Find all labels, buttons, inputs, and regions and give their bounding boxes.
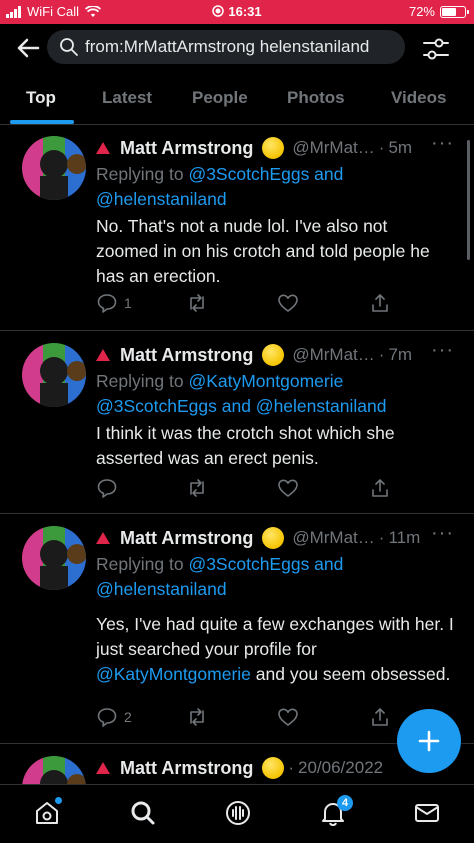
retweet-icon (190, 708, 204, 726)
share-icon (372, 479, 388, 497)
messages-envelope-icon[interactable] (413, 799, 441, 827)
search-nav-icon[interactable] (129, 799, 157, 827)
timestamp[interactable]: 7m (388, 345, 412, 365)
tweet-body: Replying to @3ScotchEggs and @helenstani… (96, 162, 454, 289)
tweet[interactable]: Matt Armstrong @MrMat… · 11m ··· Replyin… (0, 514, 474, 744)
display-name[interactable]: Matt Armstrong (120, 138, 253, 159)
tab-latest[interactable]: Latest (102, 88, 152, 108)
yellow-circle-emoji-icon (262, 137, 285, 159)
tweet-body: Replying to @3ScotchEggs and @helenstani… (96, 552, 454, 687)
reply-button[interactable]: 2 (96, 706, 132, 728)
tweet-actions: 1 (96, 292, 454, 316)
home-notification-dot (55, 797, 62, 804)
share-button[interactable] (369, 292, 391, 314)
timestamp[interactable]: 20/06/2022 (298, 758, 383, 778)
retweet-icon (190, 294, 204, 312)
reply-count: 1 (124, 295, 132, 311)
retweet-button[interactable] (186, 292, 208, 314)
retweet-button[interactable] (186, 477, 208, 499)
avatar[interactable] (22, 526, 86, 590)
reply-button[interactable] (96, 477, 124, 499)
reply-count: 2 (124, 709, 132, 725)
plus-icon (418, 730, 440, 752)
search-query: from:MrMattArmstrong helenstaniland (85, 37, 370, 56)
reply-icon (97, 708, 117, 727)
yellow-circle-emoji-icon (262, 527, 285, 549)
share-icon (372, 294, 388, 312)
handle[interactable]: @MrMat… (292, 528, 374, 548)
timestamp[interactable]: 5m (388, 138, 412, 158)
red-triangle-icon (96, 762, 110, 774)
tweet-body: Replying to @KatyMontgomerie @3ScotchEgg… (96, 369, 454, 471)
tweet-text: Yes, I've had quite a few exchanges with… (96, 614, 454, 684)
clock: 16:31 (228, 4, 262, 19)
tab-people[interactable]: People (192, 88, 248, 108)
handle[interactable]: @MrMat… (292, 138, 374, 158)
avatar[interactable] (22, 343, 86, 407)
share-button[interactable] (369, 706, 391, 728)
timestamp[interactable]: 11m (388, 528, 420, 548)
heart-icon (278, 479, 298, 497)
like-button[interactable] (277, 477, 299, 499)
replying-to-label: Replying to (96, 371, 184, 391)
tab-photos[interactable]: Photos (287, 88, 345, 108)
tweet-header: Matt Armstrong @MrMat… · 7m (96, 343, 454, 367)
notifications-badge: 4 (337, 795, 353, 811)
red-triangle-icon (96, 349, 110, 361)
heart-icon (278, 708, 298, 726)
search-header: from:MrMattArmstrong helenstaniland (0, 24, 474, 70)
display-name[interactable]: Matt Armstrong (120, 528, 253, 549)
more-options-icon[interactable]: ··· (431, 522, 454, 545)
mention-link[interactable]: @KatyMontgomerie (96, 664, 251, 684)
battery-icon (440, 5, 469, 18)
back-arrow-icon[interactable] (14, 34, 42, 62)
search-tabs: Top Latest People Photos Videos (0, 76, 474, 125)
search-input[interactable]: from:MrMattArmstrong helenstaniland (47, 30, 405, 64)
replying-to-label: Replying to (96, 164, 184, 184)
more-options-icon[interactable]: ··· (431, 132, 454, 155)
tweet-actions (96, 477, 454, 501)
reply-button[interactable]: 1 (96, 292, 132, 314)
tweet[interactable]: Matt Armstrong @MrMat… · 5m ··· Replying… (0, 124, 474, 331)
handle[interactable]: @MrMat… (292, 345, 374, 365)
replying-to-label: Replying to (96, 554, 184, 574)
tweet-header: Matt Armstrong · 20/06/2022 (96, 756, 454, 780)
red-triangle-icon (96, 142, 110, 154)
display-name[interactable]: Matt Armstrong (120, 345, 253, 366)
red-triangle-icon (96, 532, 110, 544)
tweet-header: Matt Armstrong @MrMat… · 11m (96, 526, 454, 550)
avatar[interactable] (22, 756, 86, 784)
like-button[interactable] (277, 292, 299, 314)
tweet-text: No. That's not a nude lol. I've also not… (96, 216, 430, 286)
recording-icon (212, 5, 225, 17)
status-bar: WiFi Call 16:31 72% (0, 0, 474, 24)
reply-icon (97, 479, 117, 498)
more-options-icon[interactable]: ··· (431, 339, 454, 362)
avatar[interactable] (22, 136, 86, 200)
battery-percent: 72% (408, 4, 435, 19)
share-button[interactable] (369, 477, 391, 499)
compose-tweet-button[interactable] (397, 709, 461, 773)
tweet-text: I think it was the crotch shot which she… (96, 423, 395, 468)
yellow-circle-emoji-icon (262, 757, 285, 779)
heart-icon (278, 294, 298, 312)
share-icon (372, 708, 388, 726)
tab-top[interactable]: Top (26, 88, 56, 108)
tweet[interactable]: Matt Armstrong @MrMat… · 7m ··· Replying… (0, 331, 474, 514)
retweet-button[interactable] (186, 706, 208, 728)
spaces-icon[interactable] (224, 799, 252, 827)
filter-settings-icon[interactable] (421, 34, 451, 64)
display-name[interactable]: Matt Armstrong (120, 758, 253, 779)
bottom-navigation: 4 (0, 784, 474, 843)
reply-icon (97, 294, 117, 313)
tweet-header: Matt Armstrong @MrMat… · 5m (96, 136, 454, 160)
yellow-circle-emoji-icon (262, 344, 285, 366)
search-icon (60, 38, 78, 56)
retweet-icon (190, 479, 204, 497)
like-button[interactable] (277, 706, 299, 728)
tab-videos[interactable]: Videos (391, 88, 446, 108)
